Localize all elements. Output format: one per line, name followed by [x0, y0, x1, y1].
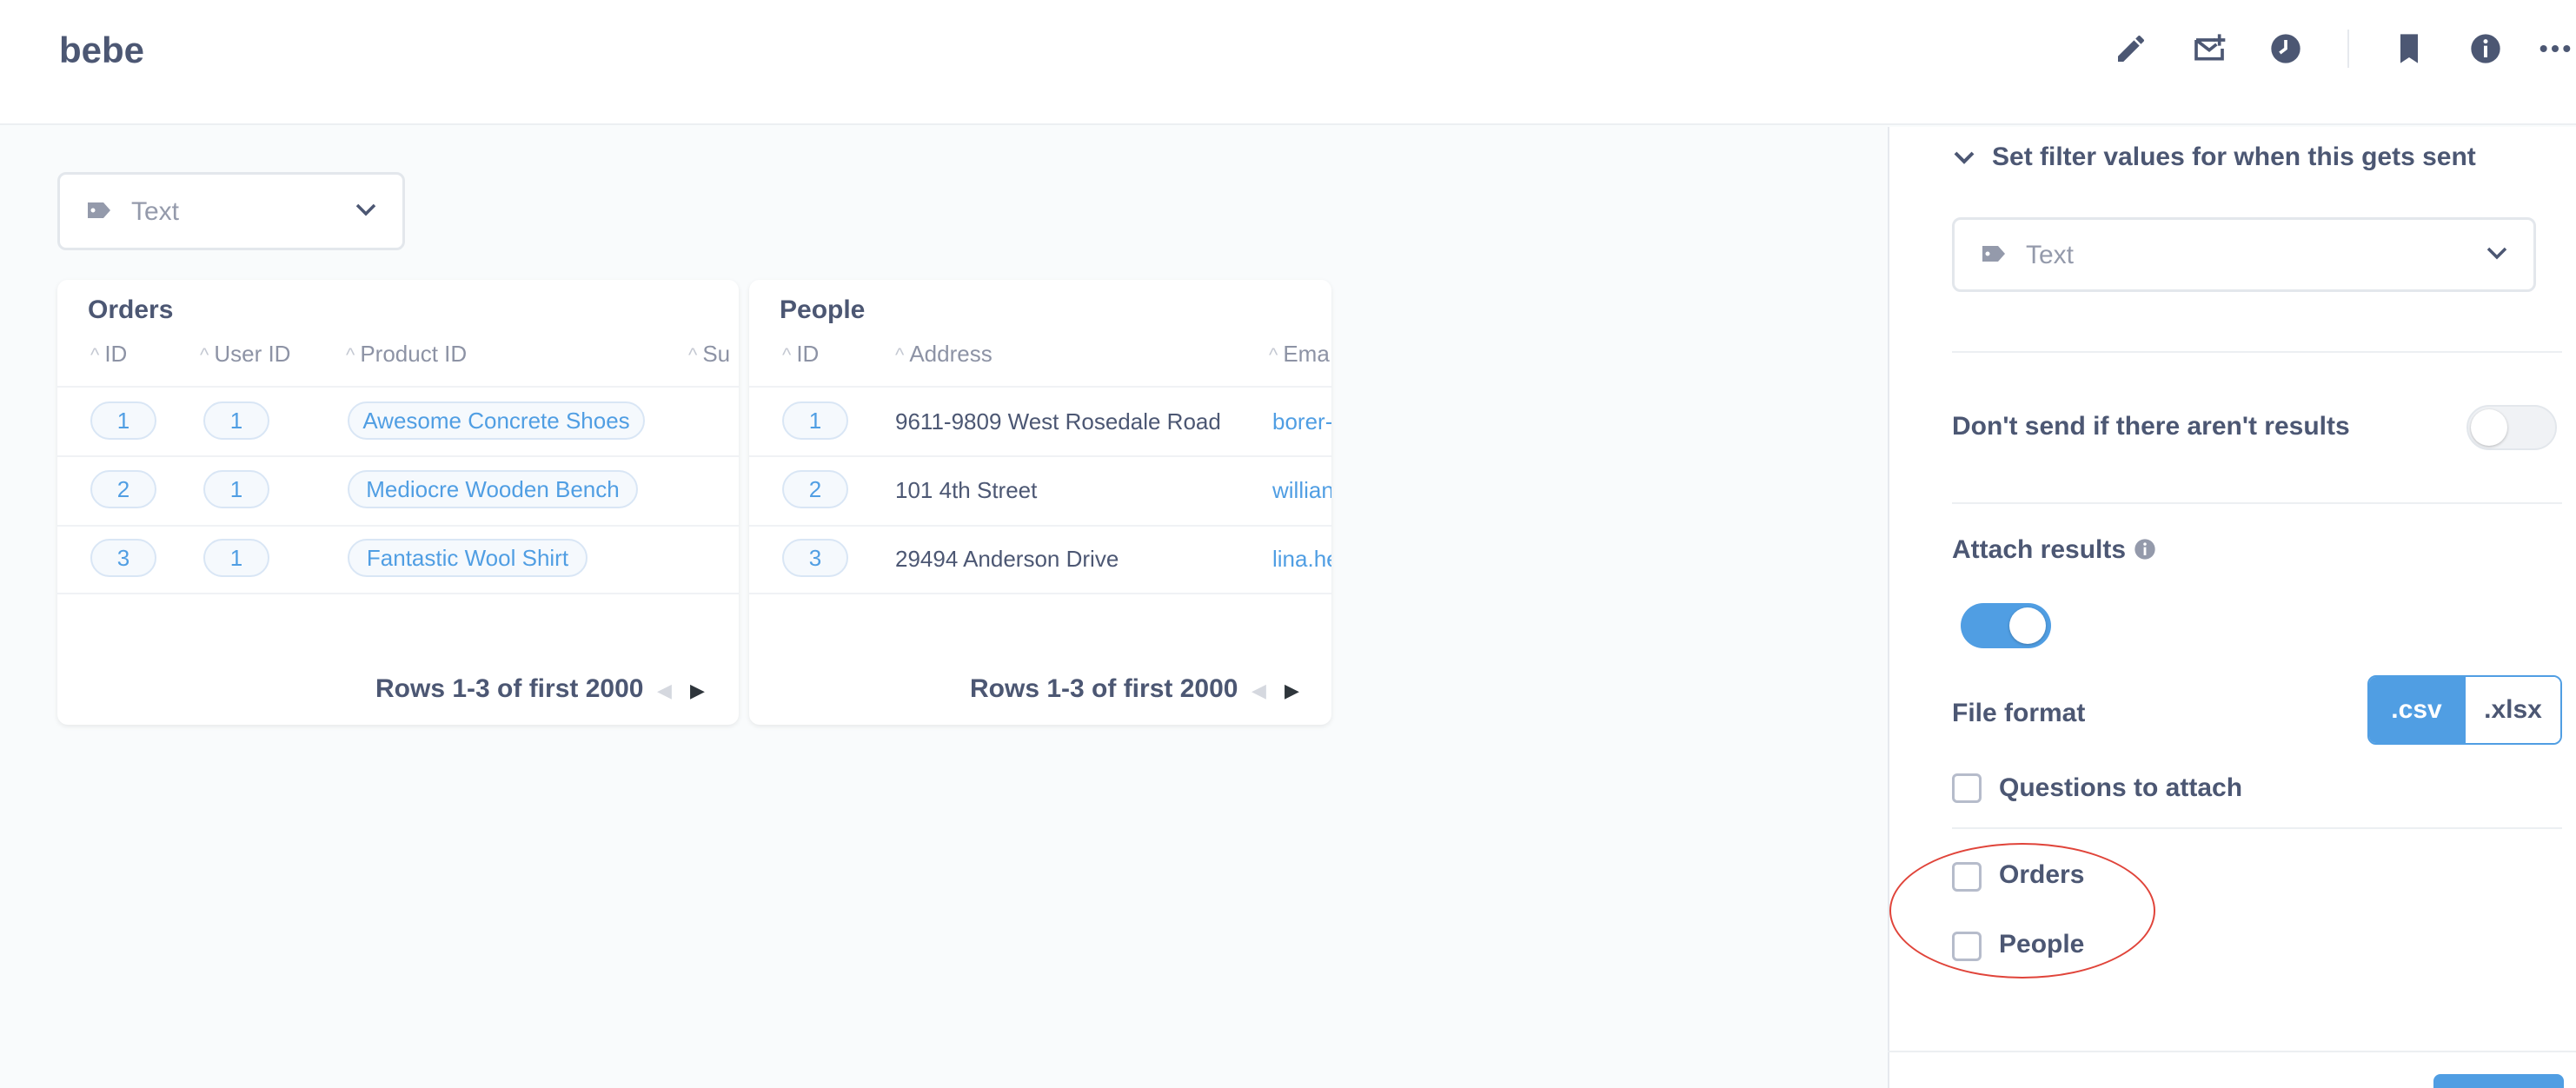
column-header[interactable]: ^ Ema: [1269, 341, 1330, 368]
annotation-ellipse: [1889, 843, 2155, 979]
orders-card: Orders ^ ID ^ User ID ^ Product ID ^ Su 1 1 …: [57, 280, 739, 725]
format-csv-button[interactable]: .csv: [2369, 677, 2464, 743]
user-id-cell[interactable]: 1: [203, 401, 269, 440]
row-divider: [749, 525, 1331, 527]
column-header[interactable]: ^ User ID: [200, 341, 290, 368]
more-icon[interactable]: [2538, 24, 2576, 73]
user-id-cell[interactable]: 1: [203, 470, 269, 508]
tag-icon: [1981, 244, 2007, 268]
next-page-icon[interactable]: ▶: [1285, 680, 1299, 702]
order-id-cell[interactable]: 3: [90, 539, 156, 577]
row-divider: [749, 455, 1331, 457]
questions-select-all-checkbox[interactable]: [1952, 773, 1982, 803]
sidebar-footer-divider: [1888, 1051, 2576, 1052]
pagination-label: Rows 1-3 of first 2000: [970, 674, 1238, 703]
tag-icon: [86, 201, 112, 224]
card-title: People: [780, 295, 866, 324]
page-title: bebe: [59, 30, 145, 70]
column-header[interactable]: ^ Product ID: [346, 341, 467, 368]
row-divider: [749, 386, 1331, 388]
product-cell[interactable]: Mediocre Wooden Bench: [348, 470, 638, 508]
collapse-chevron-icon[interactable]: [1952, 148, 1976, 171]
toggle-knob: [2009, 607, 2046, 644]
chevron-down-icon: [2485, 244, 2509, 266]
pagination-label: Rows 1-3 of first 2000: [375, 674, 644, 703]
chevron-down-icon: [354, 201, 378, 222]
dont-send-label: Don't send if there aren't results: [1952, 412, 2350, 441]
info-icon[interactable]: [2461, 24, 2510, 73]
mail-plus-icon[interactable]: [2185, 24, 2234, 73]
section-divider: [1952, 827, 2562, 829]
previous-page-icon[interactable]: ◀: [1251, 680, 1266, 702]
text-filter-widget[interactable]: Text: [57, 172, 405, 250]
dont-send-toggle[interactable]: [2466, 405, 2557, 450]
column-header[interactable]: ^ Address: [895, 341, 993, 368]
filter-label: Text: [2026, 241, 2075, 269]
column-header[interactable]: ^ ID: [782, 341, 819, 368]
clock-icon[interactable]: [2261, 24, 2310, 73]
product-cell[interactable]: Awesome Concrete Shoes: [348, 401, 645, 440]
row-divider: [57, 593, 739, 594]
order-id-cell[interactable]: 2: [90, 470, 156, 508]
order-id-cell[interactable]: 1: [90, 401, 156, 440]
filter-label: Text: [131, 197, 180, 226]
header-separator: [2347, 30, 2349, 68]
address-cell: 9611-9809 West Rosedale Road: [895, 408, 1221, 435]
questions-label: Questions to attach: [1999, 773, 2243, 802]
person-id-cell[interactable]: 2: [782, 470, 848, 508]
address-cell: 29494 Anderson Drive: [895, 546, 1119, 572]
file-format-label: File format: [1952, 699, 2086, 727]
row-divider: [57, 386, 739, 388]
file-format-toggle: .csv .xlsx: [2367, 675, 2562, 745]
sidebar-text-filter[interactable]: Text: [1952, 217, 2536, 292]
card-title: Orders: [88, 295, 174, 324]
section-divider: [1952, 502, 2562, 504]
email-cell[interactable]: willian: [1272, 477, 1331, 504]
person-id-cell[interactable]: 1: [782, 401, 848, 440]
email-cell[interactable]: borer-: [1272, 408, 1331, 435]
row-divider: [57, 525, 739, 527]
column-header[interactable]: ^ Su: [688, 341, 730, 368]
done-button[interactable]: [2433, 1074, 2564, 1088]
row-divider: [749, 593, 1331, 594]
person-id-cell[interactable]: 3: [782, 539, 848, 577]
filter-section-label[interactable]: Set filter values for when this gets sen…: [1992, 143, 2476, 172]
format-xlsx-button[interactable]: .xlsx: [2464, 677, 2560, 743]
attach-results-label: Attach results: [1952, 535, 2127, 564]
next-page-icon[interactable]: ▶: [690, 680, 705, 702]
bookmark-icon[interactable]: [2385, 24, 2433, 73]
people-card: People ^ ID ^ Address ^ Ema 1 9611-9809 Wes…: [749, 280, 1331, 725]
info-icon[interactable]: [2133, 537, 2157, 566]
product-cell[interactable]: Fantastic Wool Shirt: [348, 539, 588, 577]
pencil-icon[interactable]: [2107, 24, 2155, 73]
row-divider: [57, 455, 739, 457]
attach-results-toggle[interactable]: [1961, 603, 2051, 648]
app-header: bebe: [0, 0, 2576, 125]
column-header[interactable]: ^ ID: [90, 341, 127, 368]
user-id-cell[interactable]: 1: [203, 539, 269, 577]
address-cell: 101 4th Street: [895, 477, 1038, 503]
toggle-knob: [2471, 409, 2507, 446]
dashboard-canvas: Text Orders ^ ID ^ User ID ^ Product ID ^ Su…: [0, 127, 1888, 1088]
email-cell[interactable]: lina.he: [1272, 546, 1331, 573]
previous-page-icon[interactable]: ◀: [657, 680, 672, 702]
section-divider: [1952, 351, 2562, 353]
